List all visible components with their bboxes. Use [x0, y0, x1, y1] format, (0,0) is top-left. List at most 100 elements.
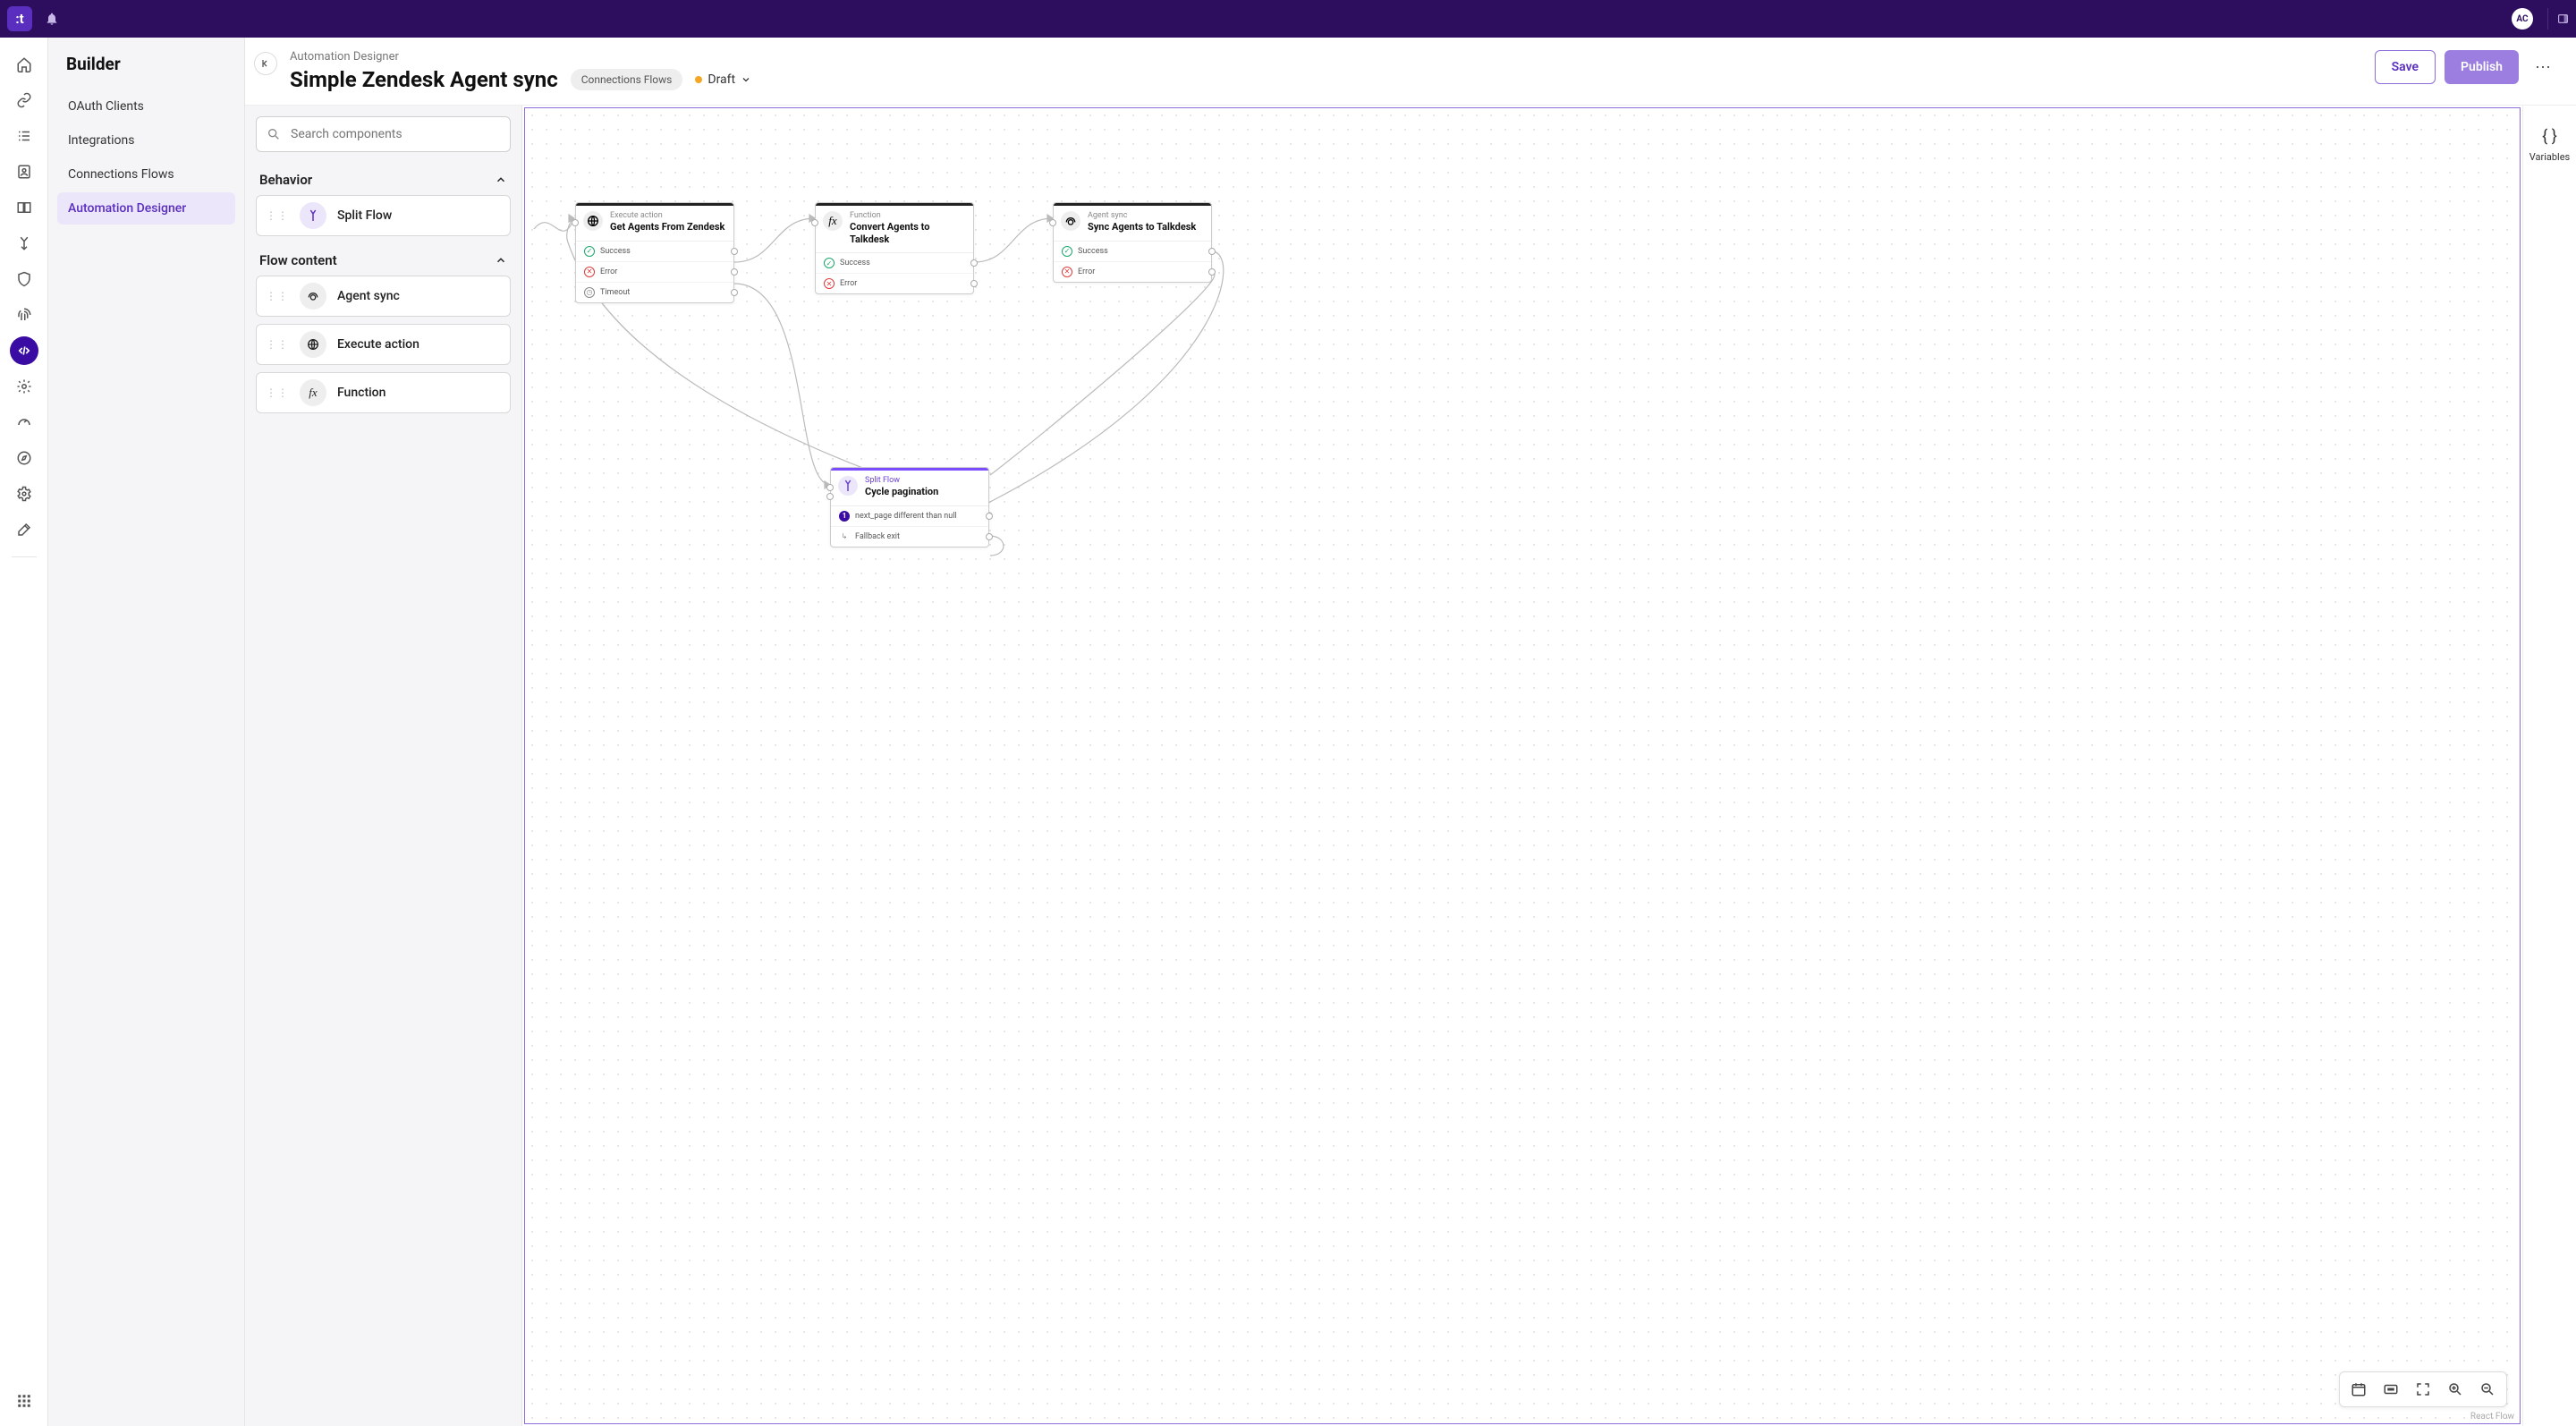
output-port[interactable]: [1208, 268, 1216, 276]
node-exit-row[interactable]: ✓Success: [1054, 242, 1211, 261]
input-port[interactable]: [572, 219, 579, 226]
output-port[interactable]: [731, 248, 738, 255]
rail-gauge-icon[interactable]: [10, 408, 38, 437]
flow-node[interactable]: Agent sync Sync Agents to Talkdesk ✓Succ…: [1053, 202, 1212, 283]
node-exit-row[interactable]: ✓Success: [576, 242, 733, 261]
rail-settings-icon[interactable]: [10, 480, 38, 508]
canvas-credit: React Flow: [2470, 1412, 2514, 1422]
exec-icon: [300, 331, 326, 358]
page-title: Simple Zendesk Agent sync: [290, 67, 558, 92]
fit-width-button[interactable]: [2379, 1378, 2402, 1401]
component-label: Split Flow: [337, 208, 392, 223]
globe-icon: [583, 211, 603, 231]
sidebar: Builder OAuth ClientsIntegrationsConnect…: [48, 38, 245, 1426]
section-behavior-toggle[interactable]: Behavior: [256, 165, 511, 195]
node-exit-row[interactable]: ✕Error: [1054, 261, 1211, 282]
flow-node[interactable]: Split Flow Cycle pagination 1next_page d…: [830, 467, 989, 547]
component-card[interactable]: ⋮⋮ Split Flow: [256, 195, 511, 236]
publish-button[interactable]: Publish: [2445, 50, 2519, 84]
sidebar-item[interactable]: Automation Designer: [57, 192, 235, 225]
output-port[interactable]: [970, 259, 978, 267]
chevron-up-icon: [495, 174, 507, 186]
chevron-up-icon: [495, 254, 507, 267]
drag-handle-icon: ⋮⋮: [266, 209, 289, 222]
component-card[interactable]: ⋮⋮ Execute action: [256, 324, 511, 365]
page-header: Automation Designer Simple Zendesk Agent…: [245, 38, 2576, 106]
status-dot-icon: [695, 76, 702, 83]
zoom-out-button[interactable]: [2476, 1378, 2499, 1401]
output-port[interactable]: [986, 533, 993, 540]
flow-canvas[interactable]: React Flow Execute action Get Agents Fro…: [522, 106, 2522, 1426]
node-kind: Execute action: [610, 211, 726, 221]
drag-handle-icon: ⋮⋮: [266, 290, 289, 302]
output-port[interactable]: [986, 513, 993, 520]
node-exit-row[interactable]: ◷Timeout: [576, 282, 733, 302]
node-exit-row[interactable]: ✕Error: [816, 273, 973, 293]
notifications-icon[interactable]: [45, 12, 59, 26]
rail-compass-icon[interactable]: [10, 444, 38, 472]
rail-contact-icon[interactable]: [10, 157, 38, 186]
agent-icon: [300, 283, 326, 310]
rail-cog-icon[interactable]: [10, 372, 38, 401]
rail-merge-icon[interactable]: [10, 229, 38, 258]
search-components-input[interactable]: [256, 116, 511, 152]
more-menu-icon[interactable]: ⋯: [2528, 52, 2558, 82]
components-palette: Behavior ⋮⋮ Split Flow Flow content ⋮⋮ A…: [245, 106, 522, 1426]
output-port[interactable]: [1208, 248, 1216, 255]
rail-list-icon[interactable]: [10, 122, 38, 150]
canvas-controls: [2339, 1371, 2507, 1407]
fx-icon: fx: [823, 211, 843, 231]
node-exit-row[interactable]: 1next_page different than null: [831, 506, 988, 526]
input-port[interactable]: [826, 484, 834, 491]
sidebar-title: Builder: [57, 54, 235, 90]
calendar-button[interactable]: [2347, 1378, 2370, 1401]
chevron-down-icon: [741, 74, 751, 85]
split-icon: [838, 476, 858, 496]
status-dropdown[interactable]: Draft: [695, 72, 751, 87]
agent-icon: [1061, 211, 1080, 231]
component-label: Function: [337, 386, 386, 400]
component-card[interactable]: ⋮⋮ fx Function: [256, 372, 511, 413]
node-exit-row[interactable]: ↳Fallback exit: [831, 526, 988, 547]
rail-fingerprint-icon[interactable]: [10, 301, 38, 329]
output-port[interactable]: [731, 268, 738, 276]
flow-node[interactable]: fx Function Convert Agents to Talkdesk ✓…: [815, 202, 974, 294]
rail-link-icon[interactable]: [10, 86, 38, 115]
rail-apps-icon[interactable]: [10, 1387, 38, 1415]
rail-edit-icon[interactable]: [10, 515, 38, 544]
output-port[interactable]: [970, 280, 978, 287]
input-port[interactable]: [826, 493, 834, 500]
sidebar-item[interactable]: Connections Flows: [57, 158, 235, 191]
component-label: Agent sync: [337, 289, 400, 303]
topbar: :t AC: [0, 0, 2576, 38]
split-icon: [300, 202, 326, 229]
node-title: Sync Agents to Talkdesk: [1088, 221, 1204, 233]
save-button[interactable]: Save: [2375, 50, 2436, 84]
rail-code-icon[interactable]: [10, 336, 38, 365]
rail-shield-icon[interactable]: [10, 265, 38, 293]
node-title: Cycle pagination: [865, 486, 981, 498]
sidebar-item[interactable]: OAuth Clients: [57, 90, 235, 123]
input-port[interactable]: [811, 219, 818, 226]
zoom-in-button[interactable]: [2444, 1378, 2467, 1401]
collapse-sidebar-button[interactable]: [254, 52, 277, 75]
section-flow-toggle[interactable]: Flow content: [256, 245, 511, 276]
component-card[interactable]: ⋮⋮ Agent sync: [256, 276, 511, 317]
rail-book-icon[interactable]: [10, 193, 38, 222]
output-port[interactable]: [731, 289, 738, 296]
rail-home-icon[interactable]: [10, 50, 38, 79]
node-kind: Split Flow: [865, 476, 981, 486]
breadcrumb: Automation Designer: [290, 50, 2362, 64]
sidebar-item[interactable]: Integrations: [57, 124, 235, 157]
node-exit-row[interactable]: ✓Success: [816, 253, 973, 273]
input-port[interactable]: [1049, 219, 1056, 226]
variables-icon[interactable]: { }: [2542, 127, 2557, 146]
user-avatar[interactable]: AC: [2512, 8, 2533, 30]
app-logo[interactable]: :t: [7, 6, 32, 31]
component-label: Execute action: [337, 337, 419, 352]
flow-node[interactable]: Execute action Get Agents From Zendesk ✓…: [575, 202, 734, 303]
node-exit-row[interactable]: ✕Error: [576, 261, 733, 282]
fullscreen-button[interactable]: [2411, 1378, 2435, 1401]
drag-handle-icon: ⋮⋮: [266, 386, 289, 399]
panel-toggle-icon[interactable]: [2547, 8, 2569, 30]
